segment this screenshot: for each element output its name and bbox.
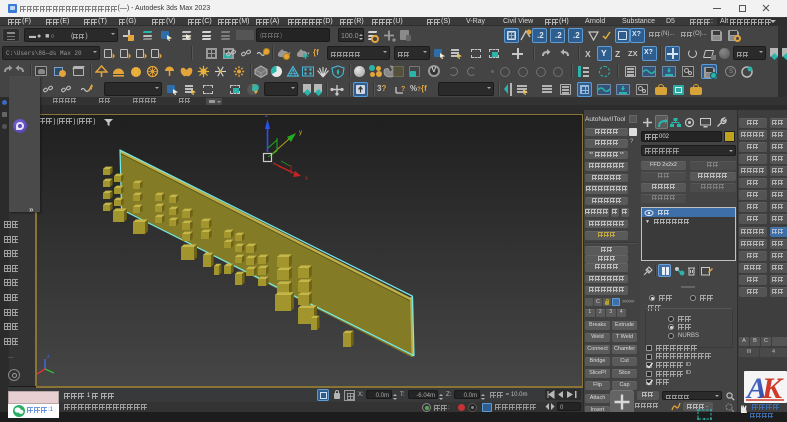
svg-text:x: x xyxy=(305,176,308,182)
svg-text:?: ? xyxy=(401,86,405,93)
svg-text:z: z xyxy=(47,354,50,360)
svg-text:z: z xyxy=(265,115,268,119)
svg-text:K: K xyxy=(761,372,784,403)
svg-text:y: y xyxy=(299,130,302,136)
